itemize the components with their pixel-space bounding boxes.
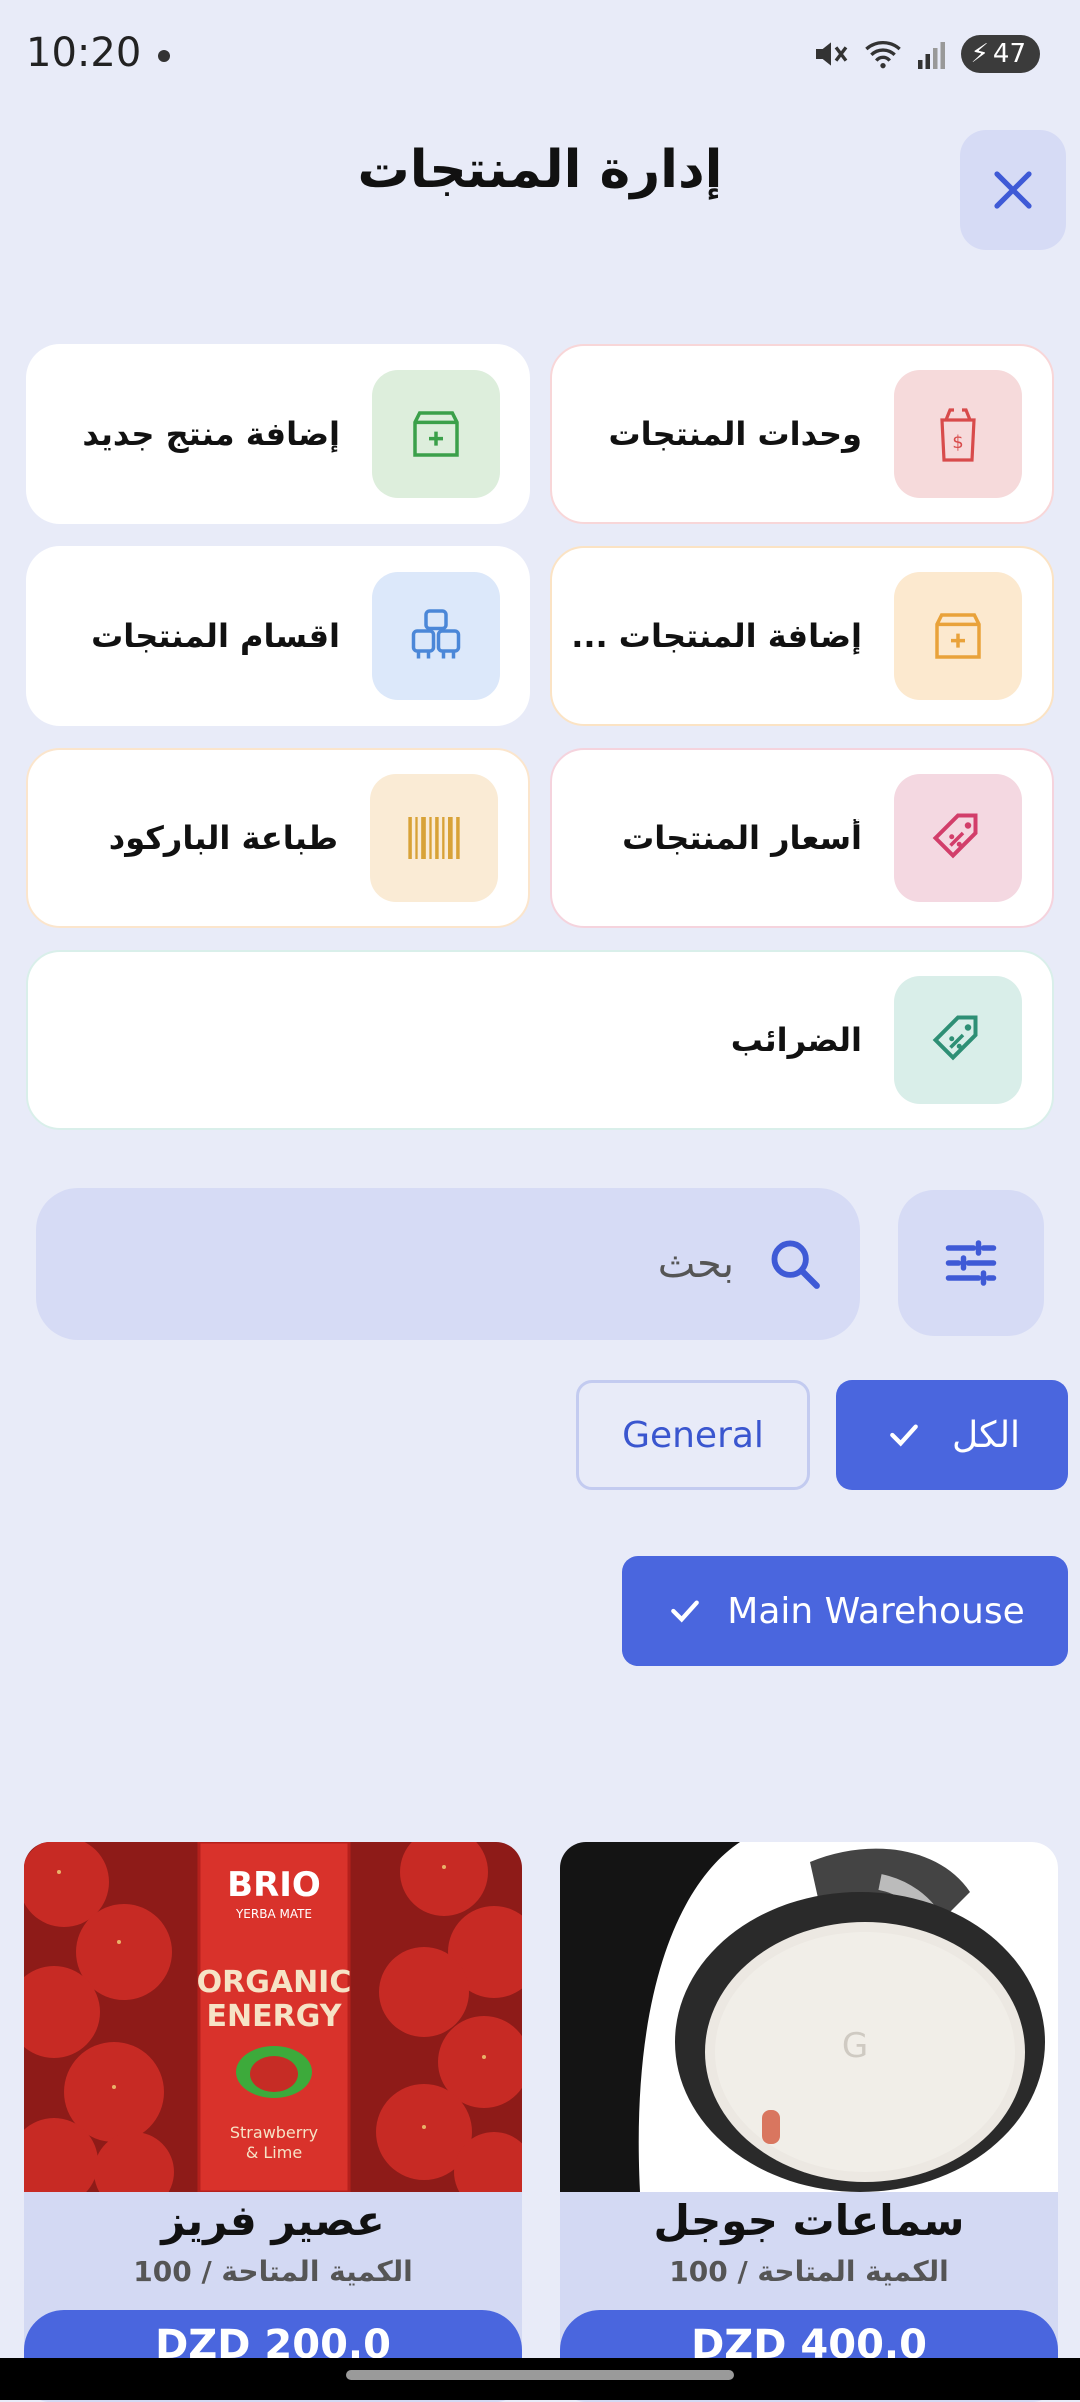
charging-icon: ⚡ xyxy=(970,39,989,69)
add-new-product-card[interactable]: إضافة منتج جديد xyxy=(26,344,530,524)
product-quantity: الكمية المتاحة / 100 xyxy=(669,2255,949,2288)
bulk-add-products-card[interactable]: إضافة المنتجات ... xyxy=(550,546,1054,726)
product-card[interactable]: BRIO YERBA MATE ORGANIC ENERGY Strawberr… xyxy=(24,1842,522,2402)
card-label: وحدات المنتجات xyxy=(608,415,863,453)
barcode-icon xyxy=(370,774,498,902)
juice-brand-sub: YERBA MATE xyxy=(235,1907,312,1921)
product-card[interactable]: G سماعات جوجل الكمية المتاحة / 100 DZD 4… xyxy=(560,1842,1058,2402)
product-image-juice: BRIO YERBA MATE ORGANIC ENERGY Strawberr… xyxy=(24,1842,522,2192)
chip-label: الكل xyxy=(951,1414,1021,1456)
status-icons: ⚡ 47 xyxy=(811,34,1040,74)
search-icon xyxy=(766,1235,824,1293)
print-barcode-card[interactable]: طباعة الباركود xyxy=(26,748,530,928)
taxes-card[interactable]: الضرائب xyxy=(26,950,1054,1130)
sliders-icon xyxy=(945,1240,997,1286)
product-image-headphones: G xyxy=(560,1842,1058,2192)
juice-line1: ORGANIC xyxy=(197,1965,352,2000)
product-name: عصير فريز xyxy=(161,2196,385,2245)
juice-line2: ENERGY xyxy=(207,1999,343,2034)
battery-level: 47 xyxy=(992,39,1026,69)
shopping-bag-icon: $ xyxy=(894,370,1022,498)
svg-text:$: $ xyxy=(952,432,963,453)
search-box[interactable] xyxy=(36,1188,860,1340)
page-title: إدارة المنتجات xyxy=(357,140,723,200)
juice-flavor1: Strawberry xyxy=(230,2123,318,2142)
card-label: الضرائب xyxy=(730,1021,862,1059)
box-add-icon xyxy=(372,370,500,498)
juice-brand: BRIO xyxy=(227,1865,321,1905)
category-chip-general[interactable]: General xyxy=(576,1380,810,1490)
card-label: إضافة منتج جديد xyxy=(82,415,340,453)
chip-label: Main Warehouse xyxy=(727,1590,1025,1632)
notification-dot xyxy=(158,50,170,62)
juice-flavor2: & Lime xyxy=(246,2143,302,2162)
box-add-icon xyxy=(894,572,1022,700)
card-label: اقسام المنتجات xyxy=(91,617,340,655)
signal-icon xyxy=(917,42,945,69)
product-units-card[interactable]: $ وحدات المنتجات xyxy=(550,344,1054,524)
chip-label: General xyxy=(622,1414,764,1456)
warehouse-chip[interactable]: Main Warehouse xyxy=(622,1556,1068,1666)
svg-text:G: G xyxy=(842,2026,868,2066)
status-time: 10:20 xyxy=(26,30,142,76)
wifi-icon xyxy=(864,41,901,69)
filter-button[interactable] xyxy=(898,1190,1044,1336)
product-prices-card[interactable]: أسعار المنتجات xyxy=(550,748,1054,928)
tax-tag-icon xyxy=(894,976,1022,1104)
product-name: سماعات جوجل xyxy=(653,2196,965,2245)
boxes-icon xyxy=(372,572,500,700)
card-label: طباعة الباركود xyxy=(108,819,338,857)
mute-icon xyxy=(815,42,847,66)
battery-indicator: ⚡ 47 xyxy=(960,35,1040,73)
check-icon xyxy=(671,1600,700,1623)
product-categories-card[interactable]: اقسام المنتجات xyxy=(26,546,530,726)
check-icon xyxy=(890,1424,918,1447)
card-label: إضافة المنتجات ... xyxy=(571,617,862,655)
search-input[interactable] xyxy=(172,1240,736,1288)
price-tag-icon xyxy=(894,774,1022,902)
product-quantity: الكمية المتاحة / 100 xyxy=(133,2255,413,2288)
card-label: أسعار المنتجات xyxy=(622,819,862,857)
category-chip-all[interactable]: الكل xyxy=(836,1380,1068,1490)
home-gesture-handle[interactable] xyxy=(346,2370,734,2380)
